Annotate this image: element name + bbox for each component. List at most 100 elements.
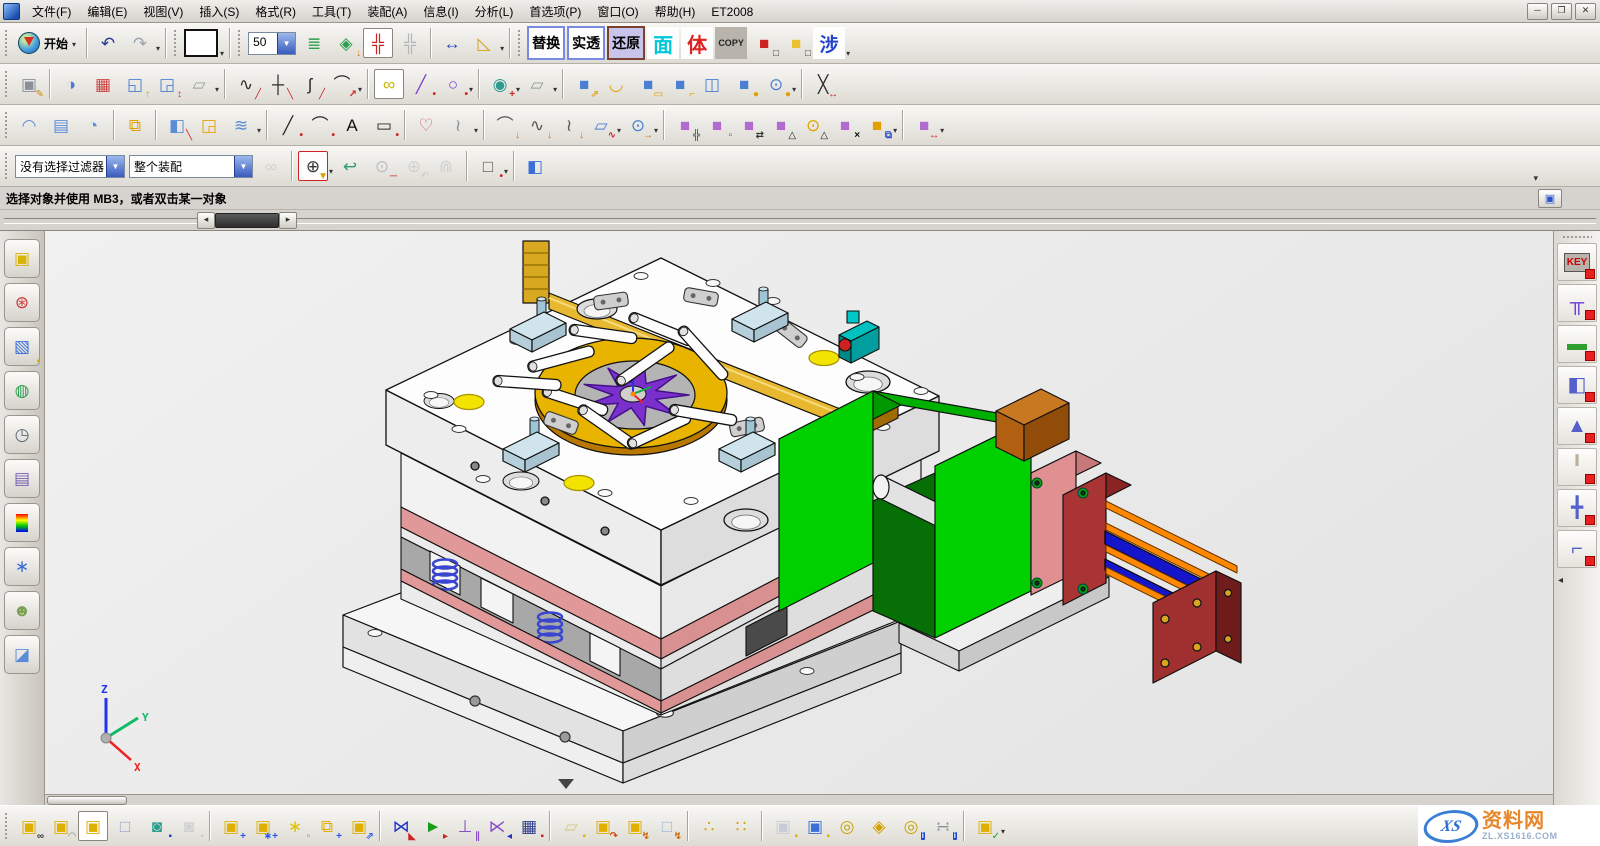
display-color-swatch[interactable] [184,29,218,57]
datum-plane2-button-dropdown[interactable]: ▾ [553,85,558,99]
show-component-plane-button[interactable]: ▱▪ [556,811,586,841]
find-component-button[interactable]: ▣∞ [14,811,44,841]
body-display-button[interactable]: 体 [681,27,713,59]
copy-feature-button-dropdown[interactable]: ▾ [893,126,898,140]
project-curve-button[interactable]: ⌒↓ [490,110,520,140]
roles-tab[interactable]: ☻ [4,591,40,630]
rectangle-select-button-dropdown[interactable]: ▾ [504,167,509,181]
toolbar-grip[interactable] [517,29,522,57]
circle-button[interactable]: ○• [438,69,468,99]
curve-divide-button[interactable]: ʃ╱ [295,69,325,99]
find-component-toggle[interactable]: ⋒ [431,151,461,181]
erase-temp-button[interactable]: ⊙─ [367,151,397,181]
menu-format[interactable]: 格式(R) [247,3,304,21]
product-outline-button[interactable]: ▣ [78,811,108,841]
combine-curve-button[interactable]: ∿↓ [522,110,552,140]
work-layer-combo[interactable]: 50 ▼ [248,32,296,55]
close-button[interactable]: ✕ [1575,3,1596,20]
add-multiple-components-button[interactable]: ⧉+ [312,811,342,841]
new-component-button[interactable]: ▣∗+ [248,811,278,841]
sheet-stretch-button[interactable]: ◲↕ [152,69,182,99]
key-reuse-library-button[interactable]: KEY [1557,243,1597,281]
redo-button-dropdown[interactable]: ▾ [156,44,161,58]
show-outline-button[interactable]: □ [110,811,140,841]
snap-point-filter-button[interactable]: ⊕▼ [298,151,328,181]
scroll-right-button[interactable]: ▸ [279,212,297,229]
viewport-hscroll-thumb[interactable] [47,796,127,805]
status-scrollbar[interactable]: ◂ ▸ [0,210,1600,231]
internet-browser-tab[interactable]: ◍ [4,371,40,410]
split-body-button[interactable]: ◑ [56,69,86,99]
menu-tools[interactable]: 工具(T) [304,3,359,21]
product-interface-button[interactable]: ◈ [864,811,894,841]
snap-point-filter-button-dropdown[interactable]: ▾ [329,167,334,181]
view-orient-cube-button[interactable]: ◧ [520,151,550,181]
datum-plane2-button[interactable]: ▱ [522,69,552,99]
mirror-component-button[interactable]: ⋉◂ [482,811,512,841]
datum-plane-button-dropdown[interactable]: ▾ [215,85,220,99]
mirror-assembly-button[interactable]: ⋈◣ [386,811,416,841]
link-block-library-button[interactable]: ▬ [1557,325,1597,363]
rectangle-button[interactable]: ▭• [369,110,399,140]
viewport-hscrollbar[interactable] [45,794,1553,805]
scale-object-button[interactable]: ■△ [766,110,796,140]
boss-button-dropdown[interactable]: ▾ [792,85,797,99]
measure-x-button[interactable]: ╳↔ [808,69,838,99]
sheet-ripple-button[interactable]: ≋ [226,110,256,140]
toolbar-grip[interactable] [4,812,9,840]
rotate-point-button[interactable]: ⊕↶ [399,151,429,181]
sheet-ripple-button-dropdown[interactable]: ▾ [257,126,262,140]
screw-plug-library-button[interactable]: ╥ [1557,284,1597,322]
section-curve-button-dropdown[interactable]: ▾ [617,126,622,140]
polyline-button[interactable]: ≀ [443,110,473,140]
menu-window[interactable]: 窗口(O) [589,3,646,21]
menu-analysis[interactable]: 分析(L) [467,3,522,21]
curve-trim-button[interactable]: ┼╲ [263,69,293,99]
menu-help[interactable]: 帮助(H) [647,3,704,21]
line-button[interactable]: ╱• [406,69,436,99]
ejector-pin-library-button[interactable]: ╹ [1557,448,1597,486]
basic-curves-button-dropdown[interactable]: ▾ [516,85,521,99]
scrollbar-thumb[interactable] [215,213,279,228]
section-curve-button[interactable]: ▱∿ [586,110,616,140]
move-component-button[interactable]: ▣⇗ [344,811,374,841]
split-solid-button[interactable]: ◫ [697,69,727,99]
exploded-view-button[interactable]: ∴ [694,811,724,841]
history-tab[interactable]: ◷ [4,415,40,454]
graphics-window[interactable]: Z Y X [45,231,1553,794]
through-mesh-button[interactable]: ▤ [46,110,76,140]
sweep-button[interactable]: ◡ [601,69,631,99]
materials-tab[interactable]: ▤ [4,459,40,498]
restore-display-button[interactable]: 还原 [607,26,645,60]
arc2-button[interactable]: ⌒• [305,110,335,140]
start-button[interactable]: 开始 ▾ [13,29,82,57]
toolbar-grip[interactable] [1562,235,1592,240]
offset-surface-button[interactable]: ⧉ [120,110,150,140]
perpendicular-constraint-button[interactable]: ⊥∥ [450,811,480,841]
arc-edit-button-dropdown[interactable]: ▾ [358,85,363,99]
cylinder-object-button[interactable]: ⊙△ [798,110,828,140]
pulldown-arrow-marker[interactable] [558,779,574,789]
cavity-button[interactable]: ■⌐ [665,69,695,99]
wcs-orient-button[interactable]: ╬ [395,28,425,58]
selection-filter-combo[interactable]: 没有选择过滤器 ▼ [15,155,125,178]
show-solid-cube-button[interactable]: ■□ [749,28,779,58]
assembly-info-button[interactable]: ∺i [928,811,958,841]
snapshot-folder-button[interactable]: ◙▪ [174,811,204,841]
wave-link-button[interactable]: ▣↯ [620,811,650,841]
menu-information[interactable]: 信息(I) [415,3,466,21]
menu-et2008[interactable]: ET2008 [703,3,761,21]
assembly-navigator-tab[interactable]: ▣ [4,239,40,278]
checkmate-button-dropdown[interactable]: ▾ [1001,827,1006,841]
restore-button[interactable]: ❐ [1551,3,1572,20]
polyline-button-dropdown[interactable]: ▾ [474,126,479,140]
pad-button[interactable]: ◱↑ [120,69,150,99]
clearance-analysis-button[interactable]: ▣▪ [800,811,830,841]
minimize-button[interactable]: ─ [1527,3,1548,20]
bounded-plane-button[interactable]: ◔ [78,110,108,140]
she-dropdown[interactable]: ▾ [846,49,851,63]
show-wireframe-cube-button[interactable]: ■□ [781,28,811,58]
menu-edit[interactable]: 编辑(E) [79,3,135,21]
toolbar-grip[interactable] [4,111,9,139]
join-curve-button[interactable]: ∞ [374,69,404,99]
